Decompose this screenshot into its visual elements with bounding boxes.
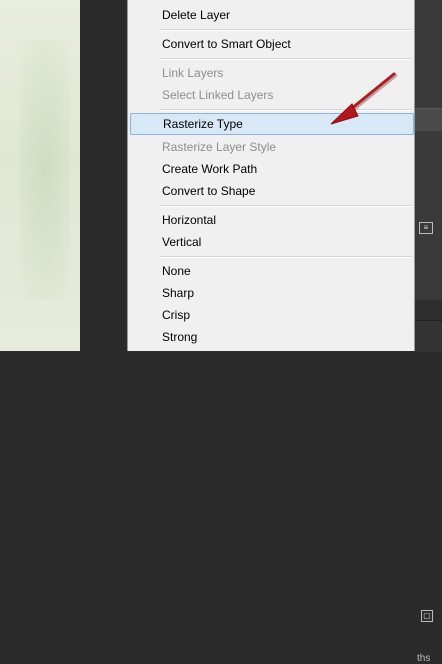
panel-header-bar: ≡: [415, 108, 442, 234]
menu-separator: [159, 109, 412, 111]
menu-item-delete-layer[interactable]: Delete Layer: [129, 4, 415, 26]
menu-item-convert-to-shape[interactable]: Convert to Shape: [129, 180, 415, 202]
menu-separator: [159, 29, 412, 31]
menu-separator: [159, 205, 412, 207]
menu-item-create-work-path[interactable]: Create Work Path: [129, 158, 415, 180]
menu-item-antialias-sharp[interactable]: Sharp: [129, 282, 415, 304]
panel-tab-bar: ths: [415, 320, 442, 664]
paths-tab[interactable]: ths: [417, 653, 430, 664]
menu-item-antialias-strong[interactable]: Strong: [129, 326, 415, 348]
document-canvas: [0, 0, 80, 351]
menu-item-convert-to-smart-object[interactable]: Convert to Smart Object: [129, 33, 415, 55]
panel-menu-icon[interactable]: ≡: [419, 222, 433, 234]
menu-item-antialias-none[interactable]: None: [129, 260, 415, 282]
menu-item-select-linked-layers: Select Linked Layers: [162, 88, 274, 102]
menu-item-rasterize-type[interactable]: Rasterize Type: [130, 113, 414, 135]
menu-separator: [159, 58, 412, 60]
layer-context-menu: Delete Layer Convert to Smart Object Lin…: [127, 0, 415, 351]
menu-separator: [159, 256, 412, 258]
menu-item-rasterize-layer-style: Rasterize Layer Style: [162, 140, 277, 154]
workspace-background: [80, 0, 127, 351]
menu-item-antialias-crisp[interactable]: Crisp: [129, 304, 415, 326]
menu-item-horizontal[interactable]: Horizontal: [129, 209, 415, 231]
layers-panel-edge: ≡ ▢ ths: [415, 0, 442, 664]
menu-item-link-layers: Link Layers: [162, 66, 224, 80]
menu-item-vertical[interactable]: Vertical: [129, 231, 415, 253]
new-layer-icon[interactable]: ▢: [421, 610, 433, 622]
panel-row: ▢: [415, 300, 442, 622]
